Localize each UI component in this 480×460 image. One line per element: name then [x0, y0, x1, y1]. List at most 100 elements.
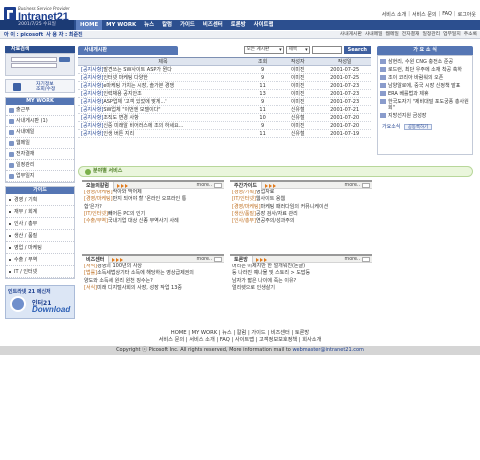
item-text[interactable]: 웹사이트 용웹 — [256, 196, 285, 202]
news-item[interactable]: 한국도자기 "제비대덜 포도궁풍 총사원회" — [380, 98, 470, 112]
news-item-text[interactable]: 한국도자기 "제비대덜 포도궁풍 총사원회" — [388, 99, 469, 111]
news-item[interactable]: 삼현리, 수원 CNG 충전소 준공 — [380, 58, 470, 66]
post-title-cell[interactable]: [공지사항]신중 미래알 비어러스에 조의 하세요... — [78, 121, 248, 130]
gnb-home[interactable]: HOME — [76, 20, 103, 30]
section-title[interactable]: 주간가이드 — [230, 182, 263, 190]
list-item[interactable]: [서식]미래 디지털사회의 사장, 성장 작업 13중 — [82, 285, 224, 292]
post-title[interactable]: 인생 버튼 지리 — [103, 131, 134, 137]
post-title[interactable]: 인력채용 공지안조 — [103, 91, 141, 97]
more-button-icon[interactable] — [214, 257, 222, 262]
list-item[interactable]: [인사/총무]연공주의/성과주의 — [230, 218, 372, 225]
mywork-item-schedule[interactable]: 일정관리 — [6, 160, 74, 171]
top-link-service-inquiry[interactable]: 서비스 문의 — [412, 11, 437, 18]
news-item[interactable]: ERA 베를법과 제휴 — [380, 90, 470, 98]
footer-link[interactable]: 서비스 문의 — [159, 337, 185, 343]
list-item[interactable]: 등 나라진 예나물 및 스토리 > 도밥등 — [230, 270, 372, 277]
gnb-forum[interactable]: 토론방 — [227, 20, 250, 30]
table-row[interactable]: [공지사항]인력채용 공지안조 13 이미진 2001-07-23 — [78, 89, 371, 98]
search-input[interactable] — [11, 57, 57, 62]
footer-link[interactable]: 서비스 소개 — [189, 337, 215, 343]
post-title-cell[interactable]: [공지사항]인생 버튼 지리 — [78, 129, 248, 138]
footer-nav-link[interactable]: 칼럼 — [237, 330, 247, 336]
gnb-sitemap[interactable]: 사이트맵 — [250, 20, 278, 30]
table-row[interactable]: [공지사항]신중 미래알 비어러스에 조의 하세요... 9 이미진 2001-07-… — [78, 121, 371, 130]
section-title[interactable]: 토론방 — [230, 256, 253, 264]
field-select[interactable]: 제목 — [285, 46, 310, 54]
news-item-text[interactable]: 조이 코리아 바람워의 오픈 — [388, 75, 443, 81]
list-item[interactable]: [법률]소득세법상기타 소득에 해당하는 영상급제권의 — [82, 270, 224, 277]
more-button-icon[interactable] — [214, 183, 222, 188]
profile-link[interactable]: 자기정보 조회/수정 — [5, 79, 75, 93]
section-more-link[interactable]: more.. — [345, 256, 360, 264]
more-button-icon[interactable] — [362, 183, 370, 188]
post-title[interactable]: SW업체 "이번엔 모델이다" — [103, 107, 160, 113]
guide-item-management[interactable]: 경영 / 기획 — [6, 194, 74, 206]
more-button-icon[interactable] — [362, 257, 370, 262]
post-title-cell[interactable]: [공지사항]발견쓰는 SW사이트 ASP가 뭔다 — [78, 65, 248, 74]
mywork-item-attendance[interactable]: 출근부 — [6, 105, 74, 116]
gnb-mywork[interactable]: MY WORK — [102, 20, 140, 30]
tab-board[interactable]: 사내게시판 — [78, 46, 178, 55]
news-more-button[interactable]: 공동룩하기 — [404, 124, 432, 130]
footer-link[interactable]: 사이트맵 — [235, 337, 254, 343]
footer-link[interactable]: 회사소개 — [302, 337, 321, 343]
guide-item-it[interactable]: IT / 인터넷 — [6, 266, 74, 278]
news-more-label[interactable]: 가요소식 — [382, 124, 400, 130]
quick-link-webmail[interactable]: 웹메일 — [386, 31, 399, 39]
post-title-cell[interactable]: [공지사항]인력채용 공지안조 — [78, 89, 248, 98]
section-more-link[interactable]: more.. — [197, 182, 212, 190]
footer-nav-link[interactable]: 가이드 — [251, 330, 265, 336]
post-title[interactable]: 발견쓰는 SW사이트 ASP가 뭔다 — [103, 67, 172, 73]
footer-link[interactable]: FAQ — [220, 337, 230, 343]
board-search-input[interactable] — [311, 46, 342, 54]
item-text[interactable]: 국내기업 대상 신종 무역사기 사례 — [108, 218, 179, 224]
post-title-cell[interactable]: [공지사항]인터넷 마케팅 다양한 — [78, 73, 248, 82]
gnb-bizcenter[interactable]: 비즈센터 — [199, 20, 227, 30]
quick-link-schedule[interactable]: 일정관리 — [422, 31, 440, 39]
guide-item-hr[interactable]: 인사 / 총무 — [6, 218, 74, 230]
item-text[interactable]: 얼리렛으로 인생살기 — [232, 285, 275, 291]
search-go-button[interactable] — [59, 57, 70, 62]
top-link-faq[interactable]: FAQ — [442, 11, 452, 18]
news-item[interactable]: 조이 코리아 바람워의 오픈 — [380, 74, 470, 82]
news-item-text[interactable]: 지방선지원 금성장 — [388, 113, 426, 119]
item-text[interactable]: 만지 되어야 할 '온라인 오프라인 통 — [113, 196, 187, 202]
item-text[interactable]: 양도와 소득세 원리 원천 징수는? — [84, 278, 153, 284]
section-title[interactable]: 비즈센터 — [82, 256, 110, 264]
item-text[interactable]: 미래 디지털사회의 사장, 성장 작업 13중 — [97, 285, 182, 291]
list-item[interactable]: [IT/인터넷]웹사이트 용웹 — [230, 196, 372, 203]
quick-link-addressbook[interactable]: 주소록 — [464, 31, 477, 39]
service-banner[interactable]: 분야별 서비스 — [78, 166, 473, 177]
table-row[interactable]: [공지사항]인터넷 마케팅 다양한 9 이미진 2001-07-25 — [78, 73, 371, 82]
mywork-item-board[interactable]: 사내게시판 (1) — [6, 116, 74, 127]
top-link-service-intro[interactable]: 서비스 소개 — [382, 11, 407, 18]
post-title[interactable]: 조직도 변경 사항 — [103, 115, 138, 121]
news-item-text[interactable]: 삼현리, 수원 CNG 충전소 준공 — [388, 59, 453, 65]
guide-item-sales[interactable]: 영업 / 마케팅 — [6, 242, 74, 254]
post-title-cell[interactable]: [공지사항]조직도 변경 사항 — [78, 113, 248, 122]
list-item[interactable]: 양도와 소득세 원리 원천 징수는? — [82, 278, 224, 285]
footer-nav-link[interactable]: 토론방 — [295, 330, 309, 336]
search-button[interactable]: Search — [343, 46, 371, 54]
table-row[interactable]: [공지사항]ASP업체 '고객 있었에 맞게...' 9 이미진 2001-07-23 — [78, 97, 371, 106]
guide-item-production[interactable]: 생산 / 품질 — [6, 230, 74, 242]
list-item[interactable]: 합'은가? — [82, 204, 224, 211]
post-title-cell[interactable]: [공지사항]ASP업체 '고객 있었에 맞게...' — [78, 97, 248, 106]
mywork-item-approval[interactable]: 전자결재 — [6, 149, 74, 160]
board-select[interactable]: 모든 게시판 — [243, 46, 284, 54]
post-title[interactable]: 신중 미래알 비어러스에 조의 하세요... — [103, 123, 183, 129]
list-item[interactable]: 남자가 짧은 나이에 죽는 이유? — [230, 278, 372, 285]
quick-link-worklog[interactable]: 업무일지 — [443, 31, 461, 39]
table-row[interactable]: [공지사항]e마케팅 가치는 시장, 솔가본 경쟁 11 이미진 2001-07-23 — [78, 81, 371, 90]
mywork-item-mail[interactable]: 사내메일 — [6, 127, 74, 138]
item-text[interactable]: 빼어든 PC의 인기 — [108, 211, 145, 217]
news-item[interactable]: 남양알로에, 중국 시장 신정책 발표 — [380, 82, 470, 90]
gnb-guide[interactable]: 가이드 — [176, 20, 199, 30]
list-item[interactable]: [수출/무역]국내기업 대상 신종 무역사기 사례 — [82, 218, 224, 225]
footer-nav-link[interactable]: HOME — [171, 330, 187, 336]
footer-nav-link[interactable]: 비즈센터 — [271, 330, 290, 336]
table-row[interactable]: [공지사항]SW업체 "이번엔 모델이다" 11 신유철 2001-07-21 — [78, 105, 371, 114]
news-item-text[interactable]: 로드런, 최단 우주에 소재 착공 축하 — [388, 67, 462, 73]
quick-link-board[interactable]: 사내게시판 — [340, 31, 362, 39]
section-more-link[interactable]: more.. — [197, 256, 212, 264]
